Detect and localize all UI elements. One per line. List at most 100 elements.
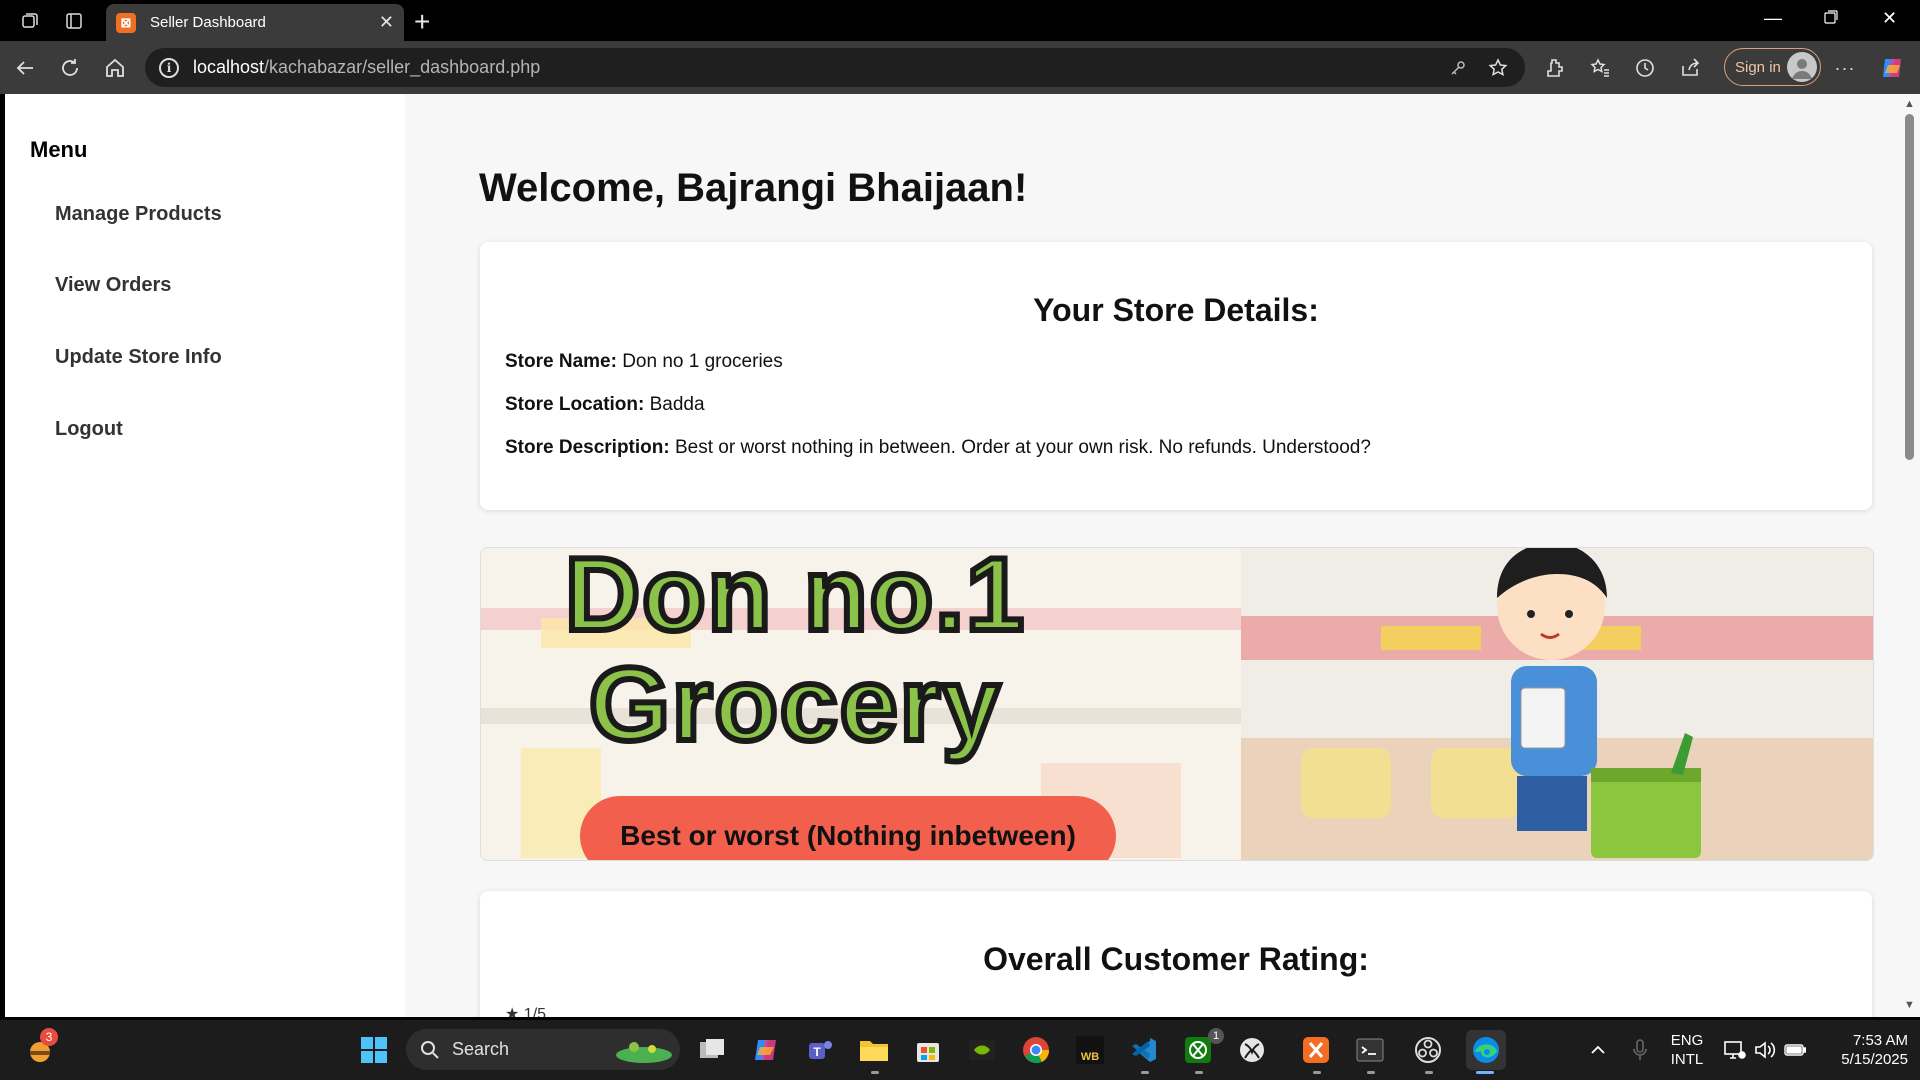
task-view-icon[interactable] — [696, 1034, 728, 1066]
xampp-taskbar-icon[interactable] — [1300, 1034, 1332, 1066]
xbox-badge: 1 — [1208, 1028, 1224, 1044]
tab-actions-icon[interactable] — [62, 9, 86, 33]
tab-bar: ⊠ Seller Dashboard ✕ + — ✕ — [0, 0, 1920, 41]
scroll-thumb[interactable] — [1905, 114, 1914, 460]
wb-label: WB — [1076, 1036, 1104, 1064]
star-icon: ★ — [505, 1006, 524, 1017]
sidebar: Menu Manage Products View Orders Update … — [5, 94, 405, 1017]
scroll-up-icon[interactable]: ▲ — [1904, 98, 1915, 110]
banner-line2: Grocery — [586, 647, 1003, 763]
input-language[interactable]: ENG INTL — [1664, 1031, 1710, 1069]
main-content: Welcome, Bajrangi Bhaijaan! Your Store D… — [405, 94, 1899, 1017]
sidebar-item-update-store-info[interactable]: Update Store Info — [55, 346, 222, 369]
close-tab-icon[interactable]: ✕ — [379, 12, 394, 33]
store-description-row: Store Description: Best or worst nothing… — [505, 437, 1371, 459]
store-location-label: Store Location: — [505, 394, 645, 415]
favorite-star-icon[interactable] — [1487, 57, 1509, 79]
banner-tagline: Best or worst (Nothing inbetween) — [580, 796, 1116, 860]
address-bar[interactable]: i localhost/kachabazar/seller_dashboard.… — [145, 48, 1525, 87]
teams-icon[interactable]: T — [804, 1034, 836, 1066]
profile-avatar-icon — [1787, 52, 1817, 82]
search-highlight-icon — [616, 1042, 672, 1063]
restore-icon[interactable] — [1824, 8, 1838, 29]
volume-icon[interactable] — [1752, 1034, 1778, 1066]
search-icon — [421, 1040, 439, 1059]
store-location-row: Store Location: Badda — [505, 394, 705, 416]
more-options-icon[interactable]: ··· — [1832, 55, 1858, 81]
store-banner-image: Don no.1 Grocery Best or worst (Nothing … — [480, 547, 1874, 861]
rating-value: ★ 1/5 — [505, 1004, 546, 1017]
close-window-icon[interactable]: ✕ — [1882, 8, 1897, 29]
menu-title: Menu — [30, 137, 88, 162]
rating-value-text: 1/5 — [523, 1006, 547, 1017]
svg-text:T: T — [813, 1045, 821, 1059]
running-indicator — [871, 1071, 879, 1074]
password-key-icon[interactable] — [1447, 57, 1469, 79]
favorites-icon[interactable] — [1587, 55, 1613, 81]
weather-badge: 3 — [40, 1028, 58, 1046]
history-icon[interactable] — [1632, 55, 1658, 81]
refresh-icon[interactable] — [57, 55, 83, 81]
microphone-icon[interactable] — [1628, 1034, 1652, 1066]
minimize-icon[interactable]: — — [1764, 8, 1782, 29]
store-location-value: Badda — [649, 394, 705, 415]
windows-taskbar: 3 Search T WB 1 ENG INTL 7:53 AM 5/15/20… — [0, 1020, 1920, 1080]
search-label: Search — [452, 1039, 510, 1059]
running-indicator — [1425, 1071, 1433, 1074]
sidebar-item-manage-products[interactable]: Manage Products — [55, 203, 222, 226]
customer-rating-card: Overall Customer Rating: ★ 1/5 — [480, 891, 1872, 1017]
running-indicator — [1367, 1071, 1375, 1074]
running-indicator — [1313, 1071, 1321, 1074]
microsoft-store-icon[interactable] — [912, 1034, 944, 1066]
home-icon[interactable] — [102, 55, 128, 81]
terminal-icon[interactable] — [1354, 1034, 1386, 1066]
new-tab-icon[interactable]: + — [414, 6, 430, 38]
sidebar-item-logout[interactable]: Logout — [55, 418, 123, 441]
xampp-icon: ⊠ — [116, 12, 136, 33]
workspaces-icon[interactable] — [18, 9, 42, 33]
active-indicator — [1476, 1071, 1494, 1074]
share-icon[interactable] — [1677, 55, 1703, 81]
chrome-icon[interactable] — [1020, 1034, 1052, 1066]
running-indicator — [1195, 1071, 1203, 1074]
nvidia-icon[interactable] — [966, 1034, 998, 1066]
edge-icon[interactable] — [1466, 1030, 1506, 1070]
tab-title: Seller Dashboard — [150, 14, 266, 31]
system-clock[interactable]: 7:53 AM 5/15/2025 — [1816, 1031, 1908, 1069]
layout-label: INTL — [1670, 1051, 1704, 1068]
scroll-down-icon[interactable]: ▼ — [1904, 999, 1915, 1011]
store-description-value: Best or worst nothing in between. Order … — [674, 437, 1371, 458]
active-tab[interactable]: ⊠ Seller Dashboard ✕ — [106, 4, 404, 41]
obs-icon[interactable] — [1412, 1034, 1444, 1066]
browser-toolbar: i localhost/kachabazar/seller_dashboard.… — [0, 41, 1920, 94]
xbox-icon[interactable] — [1236, 1034, 1268, 1066]
file-explorer-icon[interactable] — [858, 1034, 890, 1066]
clock-time: 7:53 AM — [1852, 1032, 1908, 1049]
page-title: Welcome, Bajrangi Bhaijaan! — [479, 166, 1028, 210]
customer-rating-title: Overall Customer Rating: — [983, 941, 1369, 977]
store-name-value: Don no 1 groceries — [622, 351, 783, 372]
extensions-icon[interactable] — [1542, 55, 1568, 81]
battery-icon[interactable] — [1782, 1034, 1808, 1066]
network-icon[interactable] — [1722, 1034, 1748, 1066]
sign-in-button[interactable]: Sign in — [1724, 48, 1821, 86]
taskbar-search[interactable]: Search — [406, 1029, 680, 1070]
sidebar-item-view-orders[interactable]: View Orders — [55, 274, 171, 297]
store-name-label: Store Name: — [505, 351, 617, 372]
store-details-card: Your Store Details: Store Name: Don no 1… — [480, 242, 1872, 510]
url-text: localhost/kachabazar/seller_dashboard.ph… — [193, 57, 540, 78]
vscode-icon[interactable] — [1128, 1034, 1160, 1066]
url-path: /kachabazar/seller_dashboard.php — [264, 57, 541, 77]
page-viewport: Menu Manage Products View Orders Update … — [5, 94, 1899, 1017]
site-info-icon[interactable]: i — [159, 57, 179, 78]
copilot-taskbar-icon[interactable] — [750, 1034, 782, 1066]
banner-line1: Don no.1 — [562, 547, 1027, 653]
page-scrollbar[interactable]: ▲ ▼ — [1899, 94, 1920, 1017]
show-hidden-icons-chevron[interactable] — [1586, 1034, 1610, 1066]
store-details-title: Your Store Details: — [1033, 292, 1319, 328]
windows-start-icon[interactable] — [358, 1034, 390, 1066]
wb-app-icon[interactable]: WB — [1074, 1034, 1106, 1066]
back-icon[interactable] — [12, 55, 38, 81]
language-label: ENG — [1670, 1032, 1704, 1049]
copilot-icon[interactable] — [1879, 55, 1905, 81]
